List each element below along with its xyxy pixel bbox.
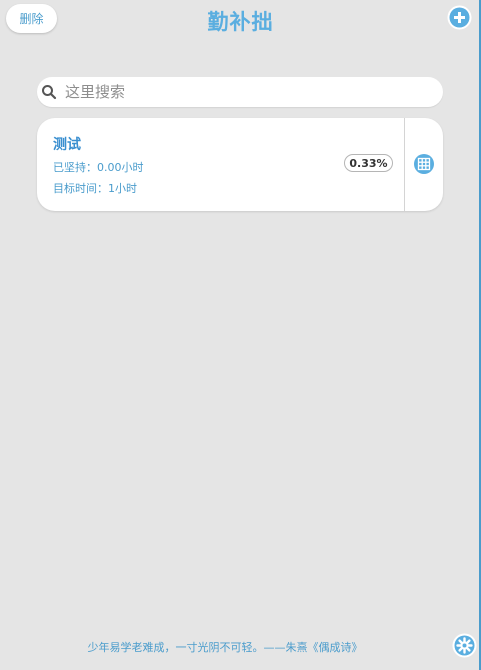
footer-quote: 少年易学老难成，一寸光阴不可轻。——朱熹《偶成诗》 <box>87 641 363 654</box>
plus-circle-icon[interactable] <box>447 5 472 30</box>
progress-badge: 0.33% <box>344 154 393 172</box>
grid-icon[interactable] <box>413 153 435 175</box>
item-persisted-time: 已坚持：0.00小时 <box>53 161 144 174</box>
search-icon <box>41 84 57 100</box>
card-divider <box>404 118 405 211</box>
list-item[interactable]: 测试 已坚持：0.00小时 目标时间：1小时 0.33% <box>37 118 443 211</box>
item-title: 测试 <box>53 137 81 153</box>
search-bar <box>37 77 443 107</box>
page-title: 勤补拙 <box>207 10 274 34</box>
search-input[interactable] <box>62 77 435 107</box>
gear-icon[interactable] <box>452 633 477 658</box>
item-target-time: 目标时间：1小时 <box>53 182 137 195</box>
